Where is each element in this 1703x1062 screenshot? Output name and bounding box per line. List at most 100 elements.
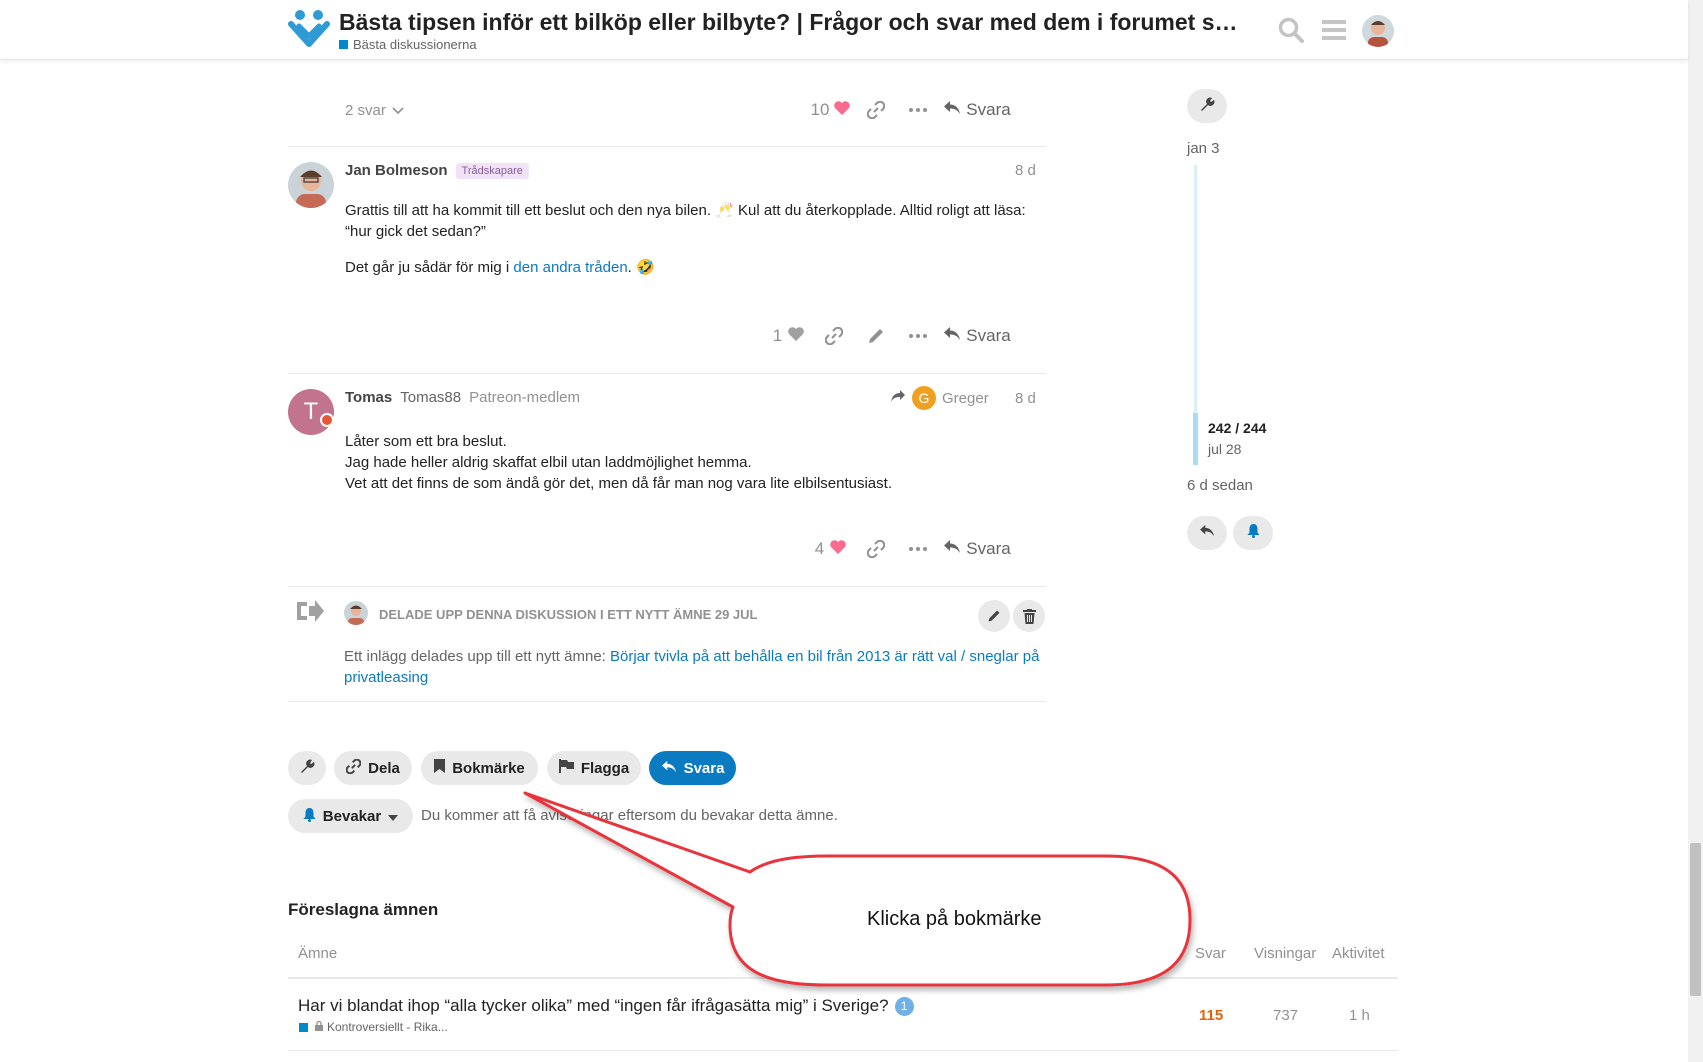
reply-button[interactable]: Svara: [939, 95, 1015, 125]
annotation-callout: [523, 791, 1192, 987]
category-color-square: [299, 1022, 308, 1032]
edit-pencil-icon[interactable]: [855, 321, 897, 351]
column-header-views[interactable]: Visningar: [1254, 945, 1316, 962]
column-header-replies[interactable]: Svar: [1195, 945, 1226, 962]
thread-link[interactable]: den andra tråden: [513, 259, 627, 276]
category-badge[interactable]: Bästa diskussionerna: [339, 37, 477, 52]
text-fragment: Det går ju sådär för mig i: [345, 259, 514, 276]
column-header-topic[interactable]: Ämne: [298, 945, 337, 962]
reply-button[interactable]: Svara: [939, 534, 1015, 564]
timeline-last-activity[interactable]: 6 d sedan: [1187, 477, 1253, 494]
share-button[interactable]: Dela: [334, 751, 412, 785]
hamburger-menu-icon[interactable]: [1319, 15, 1349, 45]
table-header-divider: [288, 977, 1398, 979]
post-date[interactable]: 8 d: [1015, 162, 1036, 179]
reply-to-avatar: G: [912, 386, 936, 410]
flag-label: Flagga: [580, 759, 630, 777]
timeline-handle[interactable]: [1193, 413, 1198, 465]
timeline-notification-button[interactable]: [1233, 516, 1273, 550]
timeline-position-date: jul 28: [1208, 441, 1242, 457]
more-options-icon[interactable]: [897, 321, 939, 351]
timeline-position: 242 / 244: [1208, 420, 1267, 436]
like-button[interactable]: 10: [807, 95, 855, 125]
post-author[interactable]: Jan Bolmeson: [345, 162, 448, 179]
wrench-icon: [299, 758, 315, 778]
reply-to-tab[interactable]: G Greger: [890, 386, 989, 410]
reply-icon: [943, 100, 961, 120]
reply-button[interactable]: Svara: [939, 321, 1015, 351]
like-button[interactable]: 1: [765, 321, 813, 351]
avatar[interactable]: T: [288, 389, 334, 435]
topic-category[interactable]: Kontroversiellt - Rika...: [299, 1020, 448, 1034]
admin-wrench-button[interactable]: [1187, 89, 1227, 123]
text-fragment: . 🤣: [627, 259, 655, 276]
like-button[interactable]: 4: [807, 534, 855, 564]
link-icon[interactable]: [855, 534, 897, 564]
topic-activity[interactable]: 1 h: [1349, 1007, 1370, 1024]
bookmark-label: Bokmärke: [452, 759, 525, 777]
link-icon: [345, 758, 362, 778]
post-username[interactable]: Tomas88: [400, 389, 461, 406]
post-separator: [288, 701, 1046, 702]
more-options-icon[interactable]: [897, 534, 939, 564]
avatar[interactable]: [344, 601, 368, 625]
post-date[interactable]: 8 d: [1015, 390, 1036, 407]
bell-icon: [1247, 523, 1260, 543]
post-separator: [288, 146, 1046, 147]
like-count: 4: [814, 539, 825, 558]
post-actions: 10 Svara: [807, 95, 1015, 125]
post-meta: Jan Bolmeson Trådskapare: [345, 162, 529, 179]
reply-label: Svara: [683, 759, 725, 777]
site-logo[interactable]: [287, 8, 331, 54]
post-separator: [288, 586, 1046, 587]
column-header-activity[interactable]: Aktivitet: [1332, 945, 1385, 962]
flag-button[interactable]: Flagga: [547, 751, 641, 785]
bookmark-button[interactable]: Bokmärke: [421, 751, 538, 785]
reply-icon: [943, 326, 961, 346]
share-label: Dela: [368, 759, 400, 777]
post-body: Grattis till att ha kommit till ett besl…: [345, 200, 1045, 293]
small-action-body: Ett inlägg delades upp till ett nytt ämn…: [344, 646, 1044, 688]
user-flair-badge: Trådskapare: [455, 162, 529, 179]
unread-count-badge[interactable]: 1: [894, 996, 914, 1016]
table-row[interactable]: Har vi blandat ihop “alla tycker olika” …: [298, 996, 914, 1016]
trash-icon[interactable]: [1013, 600, 1045, 632]
post-paragraph: Grattis till att ha kommit till ett besl…: [345, 202, 1026, 240]
text-fragment: Ett inlägg delades upp till ett nytt ämn…: [344, 648, 610, 665]
heart-icon: [829, 539, 847, 560]
post-actions: 1 Svara: [765, 321, 1015, 351]
topic-replies[interactable]: 115: [1199, 1007, 1223, 1024]
suggested-topics-heading: Föreslagna ämnen: [288, 900, 439, 919]
timeline-start-date[interactable]: jan 3: [1187, 140, 1220, 157]
topic-views: 737: [1273, 1007, 1299, 1024]
post-separator: [288, 373, 1046, 374]
edit-pencil-icon[interactable]: [978, 600, 1010, 632]
patreon-flair-icon: [320, 413, 334, 427]
post-meta: Tomas Tomas88 Patreon-medlem: [345, 389, 580, 406]
user-avatar[interactable]: [1362, 15, 1394, 47]
search-icon[interactable]: [1276, 15, 1306, 45]
page-title[interactable]: Bästa tipsen inför ett bilköp eller bilb…: [339, 9, 1249, 36]
avatar[interactable]: [288, 162, 334, 208]
topic-title-link[interactable]: Har vi blandat ihop “alla tycker olika” …: [298, 996, 889, 1016]
timeline-reply-button[interactable]: [1187, 516, 1227, 550]
chevron-down-icon: [392, 100, 404, 120]
reply-label: Svara: [966, 539, 1011, 558]
post-replies-toggle[interactable]: 2 svar: [345, 95, 404, 125]
user-title: Patreon-medlem: [469, 389, 580, 406]
bookmark-icon: [434, 759, 446, 777]
more-options-icon[interactable]: [897, 95, 939, 125]
like-count: 10: [810, 100, 830, 119]
reply-primary-button[interactable]: Svara: [649, 751, 736, 785]
link-icon[interactable]: [855, 95, 897, 125]
notification-level-dropdown[interactable]: Bevakar: [288, 799, 413, 833]
topic-category-name: Kontroversiellt - Rika...: [327, 1020, 448, 1034]
admin-wrench-button[interactable]: [288, 751, 326, 785]
page-scrollbar[interactable]: [1688, 0, 1703, 1062]
post-author[interactable]: Tomas: [345, 389, 392, 406]
scrollbar-thumb[interactable]: [1690, 843, 1701, 996]
split-topic-icon: [295, 598, 325, 629]
notification-level: Bevakar: [322, 807, 382, 825]
heart-icon: [833, 100, 851, 121]
link-icon[interactable]: [813, 321, 855, 351]
